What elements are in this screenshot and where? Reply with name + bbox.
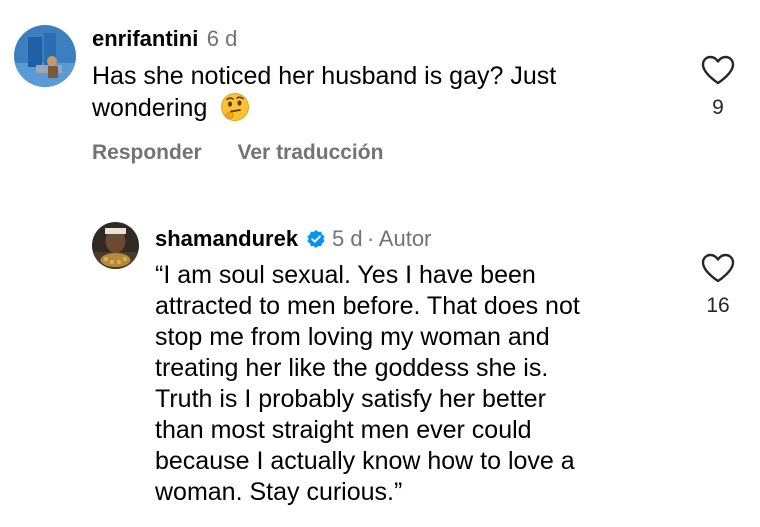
- comment-text-line: stop me from loving my woman and: [155, 323, 550, 351]
- comment-text-line: attracted to men before. That does not: [155, 292, 580, 320]
- comment-text: “I am soul sexual. Yes I have been attra…: [155, 260, 695, 508]
- comment-header: shamandurek 5 d · Autor: [155, 226, 431, 254]
- comment-text-line: than most straight men ever could: [155, 416, 532, 444]
- comment-text: Has she noticed her husband is gay? Just…: [92, 61, 672, 130]
- comment-text-line: treating her like the goddess she is.: [155, 354, 549, 382]
- comment-text-line: because I actually know how to love a: [155, 447, 575, 475]
- timestamp: 5 d: [331, 226, 363, 251]
- like-count: 16: [706, 294, 730, 317]
- separator: ·: [367, 226, 375, 251]
- see-translation-button[interactable]: Ver traducción: [238, 141, 384, 164]
- username[interactable]: shamandurek: [155, 226, 298, 251]
- comment-text-line: Truth is I probably satisfy her better: [155, 385, 546, 413]
- reply-button[interactable]: Responder: [92, 141, 202, 164]
- comment-text-line: “I am soul sexual. Yes I have been: [155, 261, 536, 289]
- verified-badge-icon: [306, 229, 326, 254]
- comment-header: enrifantini 6 d: [92, 26, 237, 52]
- comment-text-line: woman. Stay curious.”: [155, 478, 403, 506]
- username[interactable]: enrifantini: [92, 26, 198, 51]
- comment-actions: Responder Ver traducción: [92, 141, 383, 165]
- comment-text-line: Has she noticed her husband is gay? Just: [92, 62, 557, 90]
- avatar-image: [14, 25, 76, 87]
- heart-icon[interactable]: [701, 253, 735, 288]
- heart-icon[interactable]: [701, 55, 735, 90]
- comment-text-line: wondering: [92, 94, 208, 122]
- author-label: Autor: [378, 226, 432, 251]
- avatar[interactable]: [92, 222, 139, 269]
- like-control: 16: [698, 253, 738, 318]
- timestamp: 6 d: [206, 26, 238, 51]
- avatar-image: [92, 222, 139, 269]
- like-count: 9: [712, 96, 724, 119]
- thinking-face-icon: [220, 92, 250, 130]
- avatar[interactable]: [14, 25, 76, 87]
- like-control: 9: [698, 55, 738, 120]
